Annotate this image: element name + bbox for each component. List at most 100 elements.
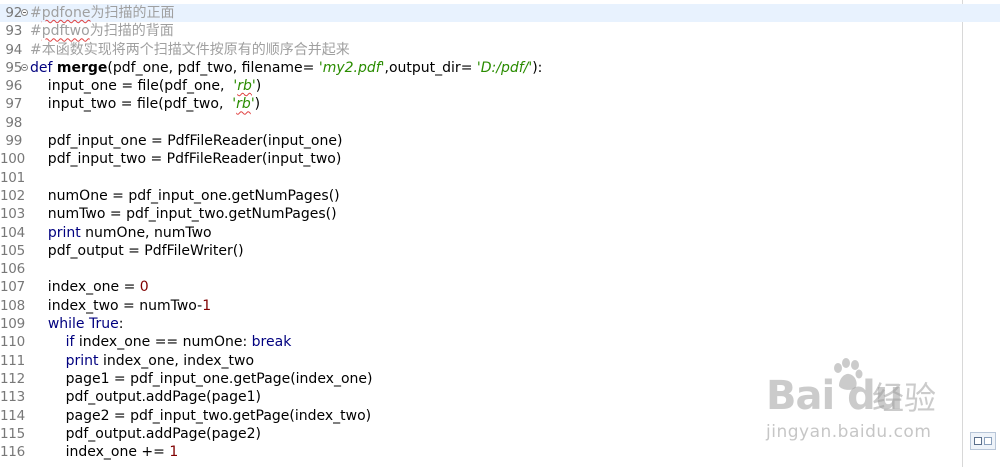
code-token: 1 <box>169 444 179 461</box>
code-token: # <box>30 5 42 21</box>
code-token: pdf_output.addPage(page1) <box>30 389 261 406</box>
line-source: #pdftwo为扫描的背面 <box>30 22 174 40</box>
code-token: index_one, index_two <box>98 352 255 369</box>
overview-ruler-button[interactable] <box>970 432 996 450</box>
code-token: # <box>30 23 42 40</box>
line-source: #本函数实现将两个扫描文件按原有的顺序合并起来 <box>30 41 350 59</box>
line-source: pdf_input_one = PdfFileReader(input_one) <box>30 132 343 150</box>
line-number: 94 <box>5 41 22 58</box>
line-number: 95 <box>5 59 22 76</box>
code-line[interactable]: 105 pdf_output = PdfFileWriter() <box>0 242 1000 260</box>
line-source: print numOne, numTwo <box>30 224 212 242</box>
code-token: pdf_output = PdfFileWriter() <box>30 242 244 259</box>
code-token: pdf_output.addPage(page2) <box>30 425 261 442</box>
code-token: numOne, numTwo <box>80 224 212 241</box>
line-number: 98 <box>5 114 22 131</box>
line-number: 96 <box>5 78 22 95</box>
window-icon <box>984 437 992 445</box>
code-token: 为扫描的正面 <box>90 5 175 21</box>
line-number: 93 <box>5 23 22 40</box>
code-area[interactable]: 92 #pdfone为扫描的正面 93 #pdftwo为扫描的背面 94 #本函数实现将两… <box>0 4 1000 461</box>
code-token: rb <box>237 78 252 95</box>
line-number: 113 <box>0 389 25 406</box>
line-source: pdf_output.addPage(page2) <box>30 425 261 443</box>
code-token: numOne = pdf_input_one.getNumPages() <box>30 187 340 204</box>
code-line[interactable]: 112 page1 = pdf_input_one.getPage(index_… <box>0 370 1000 388</box>
line-number: 102 <box>0 187 25 204</box>
line-number: 112 <box>0 370 25 387</box>
window-icon <box>974 437 982 445</box>
code-line[interactable]: 106 <box>0 260 1000 278</box>
code-token: print <box>65 352 99 369</box>
code-line[interactable]: 96 input_one = file(pdf_one, 'rb') <box>0 77 1000 95</box>
code-line[interactable]: 110 if index_one == numOne: break <box>0 333 1000 351</box>
code-line[interactable]: 95 def merge(pdf_one, pdf_two, filename= … <box>0 59 1000 77</box>
code-line[interactable]: 108 index_two = numTwo-1 <box>0 297 1000 315</box>
code-line[interactable]: 116 index_one += 1 <box>0 443 1000 461</box>
code-line[interactable]: 113 pdf_output.addPage(page1) <box>0 388 1000 406</box>
code-line[interactable]: 99 pdf_input_one = PdfFileReader(input_o… <box>0 132 1000 150</box>
code-token: index_one == numOne: <box>74 334 252 351</box>
code-token: ) <box>254 96 261 113</box>
fold-toggle-icon[interactable] <box>21 63 28 71</box>
code-line[interactable]: 114 page2 = pdf_input_two.getPage(index_… <box>0 407 1000 425</box>
fold-toggle-icon[interactable] <box>21 9 28 16</box>
line-number: 100 <box>0 151 25 168</box>
code-line[interactable]: 94 #本函数实现将两个扫描文件按原有的顺序合并起来 <box>0 41 1000 59</box>
line-number: 115 <box>0 425 25 442</box>
code-token: pdf_input_one = PdfFileReader(input_one) <box>30 133 343 150</box>
code-token: ,output_dir= <box>384 59 477 76</box>
code-token: index_two = numTwo- <box>30 297 203 314</box>
code-token: 'my2.pdf' <box>318 59 385 76</box>
code-line[interactable]: 100 pdf_input_two = PdfFileReader(input_… <box>0 150 1000 168</box>
code-token: pdf_input_two = PdfFileReader(input_two) <box>30 151 342 168</box>
code-token: def <box>30 59 57 76</box>
code-line[interactable]: 115 pdf_output.addPage(page2) <box>0 425 1000 443</box>
code-token: index_one += <box>30 444 170 461</box>
code-line[interactable]: 98 <box>0 114 1000 132</box>
line-source: def merge(pdf_one, pdf_two, filename= 'm… <box>30 59 542 77</box>
code-token: (pdf_one, pdf_two, filename= <box>107 59 319 76</box>
code-line[interactable]: 109 while True: <box>0 315 1000 333</box>
code-token: input_two = file(pdf_two, <box>30 96 233 113</box>
line-source: index_one = 0 <box>30 278 149 296</box>
code-editor[interactable]: 92 #pdfone为扫描的正面 93 #pdftwo为扫描的背面 94 #本函数实现将两… <box>0 0 1000 467</box>
line-number: 104 <box>0 224 25 241</box>
line-source: index_one += 1 <box>30 443 179 461</box>
line-source: pdf_input_two = PdfFileReader(input_two) <box>30 150 342 168</box>
line-source: numTwo = pdf_input_two.getNumPages() <box>30 205 337 223</box>
line-source: pdf_output = PdfFileWriter() <box>30 242 244 260</box>
code-token: page1 = pdf_input_one.getPage(index_one) <box>30 370 373 387</box>
code-line[interactable]: 92 #pdfone为扫描的正面 <box>0 4 1000 23</box>
code-token: True <box>88 316 119 333</box>
line-number: 114 <box>0 407 25 424</box>
code-line[interactable]: 97 input_two = file(pdf_two, 'rb') <box>0 95 1000 113</box>
code-token: pdfone <box>41 5 91 21</box>
code-token: ) <box>255 78 262 95</box>
line-source: while True: <box>30 315 124 333</box>
code-line[interactable]: 101 <box>0 169 1000 187</box>
code-token: while <box>47 316 85 333</box>
line-number: 108 <box>0 297 25 314</box>
line-source: page2 = pdf_input_two.getPage(index_two) <box>30 407 372 425</box>
code-line[interactable]: 111 print index_one, index_two <box>0 352 1000 370</box>
code-line[interactable]: 103 numTwo = pdf_input_two.getNumPages() <box>0 205 1000 223</box>
code-line[interactable]: 93 #pdftwo为扫描的背面 <box>0 22 1000 40</box>
code-token: 'D:/pdf/' <box>476 59 533 76</box>
line-source: print index_one, index_two <box>30 352 254 370</box>
line-source: input_two = file(pdf_two, 'rb') <box>30 95 260 113</box>
code-line[interactable]: 107 index_one = 0 <box>0 278 1000 296</box>
line-number: 106 <box>0 261 25 278</box>
line-source: pdf_output.addPage(page1) <box>30 388 261 406</box>
code-token: #本函数实现将两个扫描文件按原有的顺序合并起来 <box>30 41 350 58</box>
code-token: 0 <box>139 279 149 296</box>
line-number: 92 <box>5 5 22 21</box>
line-source: index_two = numTwo-1 <box>30 297 211 315</box>
code-token: break <box>251 334 292 351</box>
line-number: 99 <box>5 133 22 150</box>
line-source: if index_one == numOne: break <box>30 333 292 351</box>
code-line[interactable]: 102 numOne = pdf_input_one.getNumPages() <box>0 187 1000 205</box>
code-token: rb <box>236 96 251 113</box>
code-line[interactable]: 104 print numOne, numTwo <box>0 224 1000 242</box>
